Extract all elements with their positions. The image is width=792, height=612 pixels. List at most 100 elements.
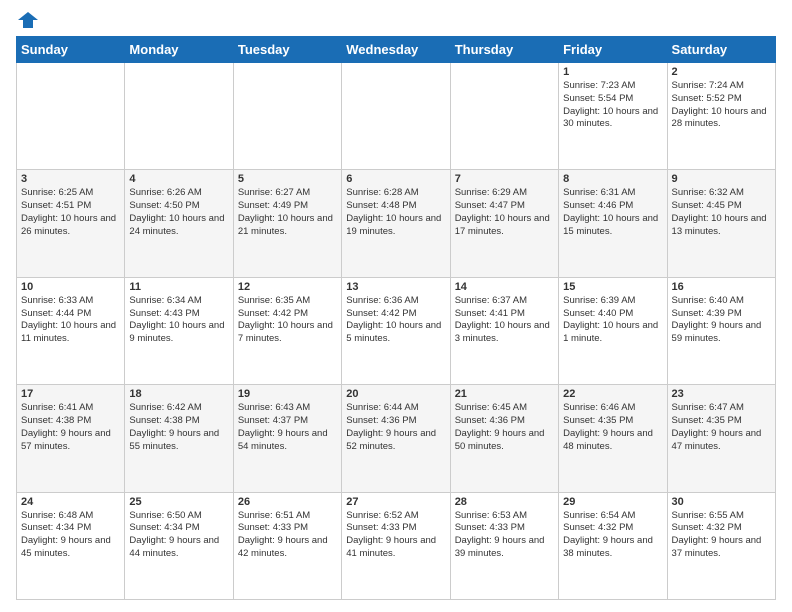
calendar-header-tuesday: Tuesday <box>233 37 341 63</box>
calendar-header-saturday: Saturday <box>667 37 775 63</box>
day-info: Sunrise: 6:34 AM Sunset: 4:43 PM Dayligh… <box>129 295 228 346</box>
header <box>16 12 776 28</box>
day-number: 6 <box>346 173 445 185</box>
day-info: Sunrise: 6:40 AM Sunset: 4:39 PM Dayligh… <box>672 295 771 346</box>
page: SundayMondayTuesdayWednesdayThursdayFrid… <box>0 0 792 612</box>
day-info: Sunrise: 6:26 AM Sunset: 4:50 PM Dayligh… <box>129 187 228 238</box>
calendar-header-friday: Friday <box>559 37 667 63</box>
day-info: Sunrise: 6:41 AM Sunset: 4:38 PM Dayligh… <box>21 402 120 453</box>
calendar-header-thursday: Thursday <box>450 37 558 63</box>
calendar-cell: 5 Sunrise: 6:27 AM Sunset: 4:49 PM Daylig… <box>233 170 341 277</box>
day-info: Sunrise: 6:35 AM Sunset: 4:42 PM Dayligh… <box>238 295 337 346</box>
calendar-cell <box>342 63 450 170</box>
logo <box>16 12 38 28</box>
day-number: 27 <box>346 496 445 508</box>
calendar-table: SundayMondayTuesdayWednesdayThursdayFrid… <box>16 36 776 600</box>
day-number: 21 <box>455 388 554 400</box>
day-info: Sunrise: 6:45 AM Sunset: 4:36 PM Dayligh… <box>455 402 554 453</box>
day-info: Sunrise: 6:51 AM Sunset: 4:33 PM Dayligh… <box>238 510 337 561</box>
calendar-cell: 29 Sunrise: 6:54 AM Sunset: 4:32 PM Dayli… <box>559 492 667 599</box>
day-number: 26 <box>238 496 337 508</box>
day-number: 4 <box>129 173 228 185</box>
day-info: Sunrise: 6:31 AM Sunset: 4:46 PM Dayligh… <box>563 187 662 238</box>
day-info: Sunrise: 6:32 AM Sunset: 4:45 PM Dayligh… <box>672 187 771 238</box>
day-info: Sunrise: 6:50 AM Sunset: 4:34 PM Dayligh… <box>129 510 228 561</box>
calendar-header-row: SundayMondayTuesdayWednesdayThursdayFrid… <box>17 37 776 63</box>
day-number: 25 <box>129 496 228 508</box>
calendar-cell: 20 Sunrise: 6:44 AM Sunset: 4:36 PM Dayli… <box>342 385 450 492</box>
day-info: Sunrise: 6:37 AM Sunset: 4:41 PM Dayligh… <box>455 295 554 346</box>
calendar-cell: 16 Sunrise: 6:40 AM Sunset: 4:39 PM Dayli… <box>667 277 775 384</box>
day-number: 3 <box>21 173 120 185</box>
calendar-cell: 12 Sunrise: 6:35 AM Sunset: 4:42 PM Dayli… <box>233 277 341 384</box>
day-info: Sunrise: 6:25 AM Sunset: 4:51 PM Dayligh… <box>21 187 120 238</box>
calendar-cell: 1 Sunrise: 7:23 AM Sunset: 5:54 PM Daylig… <box>559 63 667 170</box>
day-number: 22 <box>563 388 662 400</box>
calendar-cell: 15 Sunrise: 6:39 AM Sunset: 4:40 PM Dayli… <box>559 277 667 384</box>
day-number: 28 <box>455 496 554 508</box>
day-number: 29 <box>563 496 662 508</box>
calendar-cell: 17 Sunrise: 6:41 AM Sunset: 4:38 PM Dayli… <box>17 385 125 492</box>
calendar-week-3: 17 Sunrise: 6:41 AM Sunset: 4:38 PM Dayli… <box>17 385 776 492</box>
day-number: 13 <box>346 281 445 293</box>
calendar-week-4: 24 Sunrise: 6:48 AM Sunset: 4:34 PM Dayli… <box>17 492 776 599</box>
day-number: 20 <box>346 388 445 400</box>
calendar-header-monday: Monday <box>125 37 233 63</box>
day-number: 10 <box>21 281 120 293</box>
day-info: Sunrise: 6:27 AM Sunset: 4:49 PM Dayligh… <box>238 187 337 238</box>
day-number: 1 <box>563 66 662 78</box>
calendar-week-0: 1 Sunrise: 7:23 AM Sunset: 5:54 PM Daylig… <box>17 63 776 170</box>
day-number: 23 <box>672 388 771 400</box>
day-info: Sunrise: 6:28 AM Sunset: 4:48 PM Dayligh… <box>346 187 445 238</box>
day-info: Sunrise: 6:47 AM Sunset: 4:35 PM Dayligh… <box>672 402 771 453</box>
calendar-header-sunday: Sunday <box>17 37 125 63</box>
calendar-cell <box>450 63 558 170</box>
day-number: 17 <box>21 388 120 400</box>
calendar-cell: 24 Sunrise: 6:48 AM Sunset: 4:34 PM Dayli… <box>17 492 125 599</box>
day-info: Sunrise: 6:39 AM Sunset: 4:40 PM Dayligh… <box>563 295 662 346</box>
calendar-cell: 25 Sunrise: 6:50 AM Sunset: 4:34 PM Dayli… <box>125 492 233 599</box>
day-number: 16 <box>672 281 771 293</box>
calendar-cell: 11 Sunrise: 6:34 AM Sunset: 4:43 PM Dayli… <box>125 277 233 384</box>
calendar-cell: 14 Sunrise: 6:37 AM Sunset: 4:41 PM Dayli… <box>450 277 558 384</box>
day-info: Sunrise: 6:29 AM Sunset: 4:47 PM Dayligh… <box>455 187 554 238</box>
day-info: Sunrise: 6:52 AM Sunset: 4:33 PM Dayligh… <box>346 510 445 561</box>
calendar-cell <box>17 63 125 170</box>
day-number: 18 <box>129 388 228 400</box>
day-info: Sunrise: 6:53 AM Sunset: 4:33 PM Dayligh… <box>455 510 554 561</box>
day-number: 7 <box>455 173 554 185</box>
day-info: Sunrise: 6:48 AM Sunset: 4:34 PM Dayligh… <box>21 510 120 561</box>
day-number: 12 <box>238 281 337 293</box>
day-number: 5 <box>238 173 337 185</box>
day-info: Sunrise: 6:43 AM Sunset: 4:37 PM Dayligh… <box>238 402 337 453</box>
day-info: Sunrise: 7:23 AM Sunset: 5:54 PM Dayligh… <box>563 80 662 131</box>
day-info: Sunrise: 6:42 AM Sunset: 4:38 PM Dayligh… <box>129 402 228 453</box>
day-number: 11 <box>129 281 228 293</box>
day-info: Sunrise: 6:33 AM Sunset: 4:44 PM Dayligh… <box>21 295 120 346</box>
day-info: Sunrise: 6:44 AM Sunset: 4:36 PM Dayligh… <box>346 402 445 453</box>
day-number: 15 <box>563 281 662 293</box>
calendar-cell: 8 Sunrise: 6:31 AM Sunset: 4:46 PM Daylig… <box>559 170 667 277</box>
calendar-cell: 10 Sunrise: 6:33 AM Sunset: 4:44 PM Dayli… <box>17 277 125 384</box>
calendar-cell: 22 Sunrise: 6:46 AM Sunset: 4:35 PM Dayli… <box>559 385 667 492</box>
calendar-cell: 7 Sunrise: 6:29 AM Sunset: 4:47 PM Daylig… <box>450 170 558 277</box>
day-number: 19 <box>238 388 337 400</box>
calendar-cell: 30Sunrise: 6:55 AM Sunset: 4:32 PM Dayli… <box>667 492 775 599</box>
day-info: Sunrise: 7:24 AM Sunset: 5:52 PM Dayligh… <box>672 80 771 131</box>
calendar-cell <box>125 63 233 170</box>
day-info: Sunrise: 6:46 AM Sunset: 4:35 PM Dayligh… <box>563 402 662 453</box>
day-number: 8 <box>563 173 662 185</box>
day-number: 9 <box>672 173 771 185</box>
calendar-cell: 2Sunrise: 7:24 AM Sunset: 5:52 PM Daylig… <box>667 63 775 170</box>
calendar-week-2: 10 Sunrise: 6:33 AM Sunset: 4:44 PM Dayli… <box>17 277 776 384</box>
day-info: Sunrise: 6:36 AM Sunset: 4:42 PM Dayligh… <box>346 295 445 346</box>
calendar-cell: 23 Sunrise: 6:47 AM Sunset: 4:35 PM Dayli… <box>667 385 775 492</box>
day-info: Sunrise: 6:54 AM Sunset: 4:32 PM Dayligh… <box>563 510 662 561</box>
calendar-header-wednesday: Wednesday <box>342 37 450 63</box>
day-number: 24 <box>21 496 120 508</box>
calendar-cell: 21 Sunrise: 6:45 AM Sunset: 4:36 PM Dayli… <box>450 385 558 492</box>
calendar-cell <box>233 63 341 170</box>
day-info: Sunrise: 6:55 AM Sunset: 4:32 PM Dayligh… <box>672 510 771 561</box>
calendar-cell: 13 Sunrise: 6:36 AM Sunset: 4:42 PM Dayli… <box>342 277 450 384</box>
day-number: 14 <box>455 281 554 293</box>
